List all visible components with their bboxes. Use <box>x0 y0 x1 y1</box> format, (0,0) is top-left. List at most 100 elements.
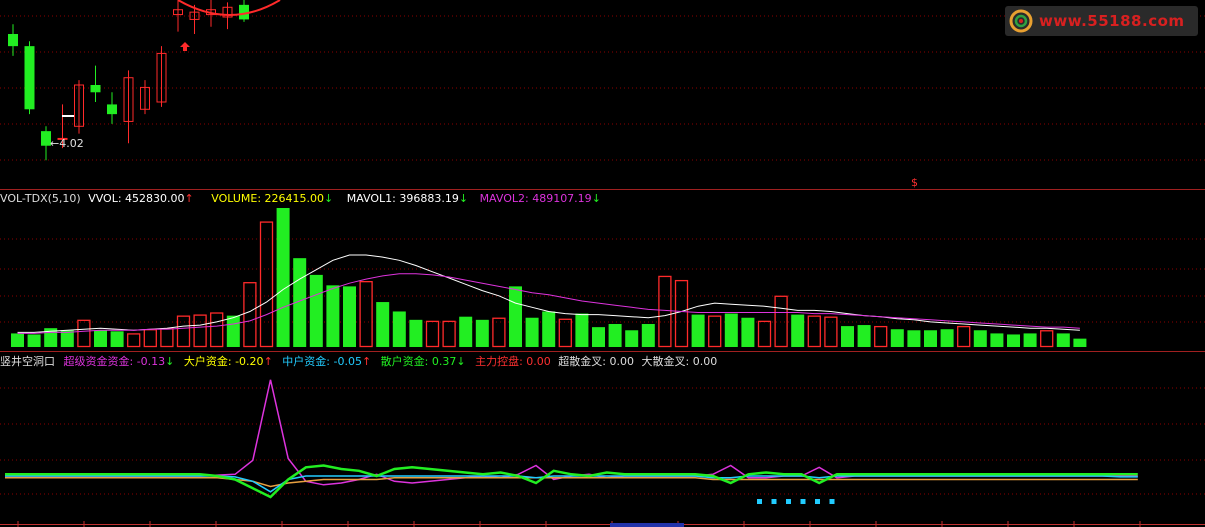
volume-bar <box>542 311 556 347</box>
volume-bar <box>658 275 672 348</box>
price-candles[interactable] <box>8 0 249 161</box>
signal-marker <box>800 499 806 504</box>
volume-bar <box>442 320 456 348</box>
volume-bar <box>592 327 605 347</box>
volume-bars[interactable] <box>11 208 1087 348</box>
vvol-arrow-icon: ↑ <box>184 192 194 205</box>
mavol1-value: MAVOL1: 396883.19 <box>346 192 459 205</box>
candle <box>90 65 101 102</box>
volume-bar <box>807 315 821 348</box>
mavol2-value: MAVOL2: 489107.19 <box>479 192 592 205</box>
volume-bar <box>193 314 207 348</box>
candle <box>140 80 150 115</box>
volume-bar <box>309 274 323 347</box>
volume-value: VOLUME: 226415.00 <box>211 192 324 205</box>
volume-bar <box>708 315 722 348</box>
x-axis-cursor <box>610 523 684 527</box>
watermark-text: www.55188.com <box>1039 12 1185 30</box>
retail-fund-value: 散户资金: 0.37 <box>380 355 457 368</box>
s-marker: $ <box>911 176 918 189</box>
volume-bar <box>210 312 224 348</box>
super-fund-value: 超级资金资金: -0.13 <box>63 355 166 368</box>
indicator-header: 竖井空洞口 超级资金资金: -0.13↓ 大户资金: -0.20↑ 中户资金: … <box>0 355 717 368</box>
volume-bar <box>110 331 124 347</box>
signal-marker <box>786 499 791 504</box>
signal-marker <box>771 499 777 504</box>
volume-bar <box>226 315 240 347</box>
mid-fund-value: 中户资金: -0.05 <box>282 355 362 368</box>
volume-bar <box>359 281 373 348</box>
buy-arrow-icon <box>180 42 190 51</box>
volume-bar <box>425 320 440 348</box>
volume-bar <box>757 320 772 348</box>
candle-body <box>8 34 18 47</box>
volume-bar <box>409 319 423 347</box>
volume-bar <box>741 317 755 347</box>
volume-bar <box>243 282 257 348</box>
volume-bar <box>11 333 24 347</box>
volume-bar <box>558 318 572 348</box>
volume-bar <box>1056 333 1070 347</box>
volume-bar <box>94 330 107 347</box>
volume-bar <box>127 333 141 348</box>
volume-bar <box>841 326 854 347</box>
volume-arrow-icon: ↓ <box>324 192 334 205</box>
control-value: 主力控盘: 0.00 <box>475 355 551 368</box>
signal-marker <box>757 499 762 504</box>
vol-indicator-name: VOL-TDX(5,10) <box>0 192 81 205</box>
signal-marker <box>829 499 835 504</box>
volume-bar <box>160 328 174 348</box>
volume-bar <box>509 286 522 347</box>
volume-bar <box>525 317 539 347</box>
volume-bar <box>957 325 971 348</box>
volume-bar <box>874 325 888 348</box>
site-logo-icon <box>1009 9 1033 33</box>
volume-bar <box>924 330 937 347</box>
volume-bar <box>990 333 1004 347</box>
volume-bar <box>940 329 954 347</box>
candle <box>156 46 167 107</box>
volume-bar <box>1007 334 1020 347</box>
volume-bar <box>973 330 987 347</box>
indicator-series-line <box>5 464 1138 499</box>
big-fund-value: 大户资金: -0.20 <box>183 355 264 368</box>
retail-arrow-icon: ↓ <box>456 355 466 368</box>
volume-bar <box>27 334 41 347</box>
volume-bar <box>1073 338 1087 347</box>
volume-bar <box>907 330 921 347</box>
stock-chart <box>0 0 1205 527</box>
candle-body <box>90 85 101 93</box>
volume-bar <box>791 314 805 347</box>
indicator-lines[interactable] <box>5 379 1138 504</box>
volume-bar <box>77 319 91 348</box>
candle <box>239 0 249 22</box>
candle <box>173 0 183 32</box>
cross1-value: 超散金叉: 0.00 <box>558 355 634 368</box>
vvol-value: VVOL: 452830.00 <box>88 192 185 205</box>
big-arrow-icon: ↑ <box>263 355 273 368</box>
volume-bar <box>459 316 473 347</box>
volume-bar <box>1023 333 1037 347</box>
volume-bar <box>774 295 788 348</box>
volume-bar <box>475 319 489 347</box>
volume-bar <box>625 330 639 347</box>
volume-bar <box>143 329 157 348</box>
grid-lines <box>0 15 1205 527</box>
volume-bar <box>857 325 871 347</box>
mavol1-arrow-icon: ↓ <box>458 192 469 205</box>
super-arrow-icon: ↓ <box>165 355 175 368</box>
volume-bar <box>492 317 506 348</box>
volume-bar <box>276 208 290 347</box>
volume-bar <box>641 324 655 347</box>
volume-bar <box>608 324 622 347</box>
price-low-label: ←4.02 <box>50 137 84 150</box>
volume-bar <box>392 311 406 347</box>
volume-bar <box>691 314 705 347</box>
volume-header: VOL-TDX(5,10) VVOL: 452830.00↑ VOLUME: 2… <box>0 192 601 205</box>
cross2-value: 大散金叉: 0.00 <box>641 355 718 368</box>
candle <box>8 24 18 56</box>
volume-bar <box>1040 330 1054 348</box>
low-arrow-icon: ← <box>50 137 60 150</box>
mid-arrow-icon: ↑ <box>361 355 372 368</box>
candle <box>24 41 35 115</box>
